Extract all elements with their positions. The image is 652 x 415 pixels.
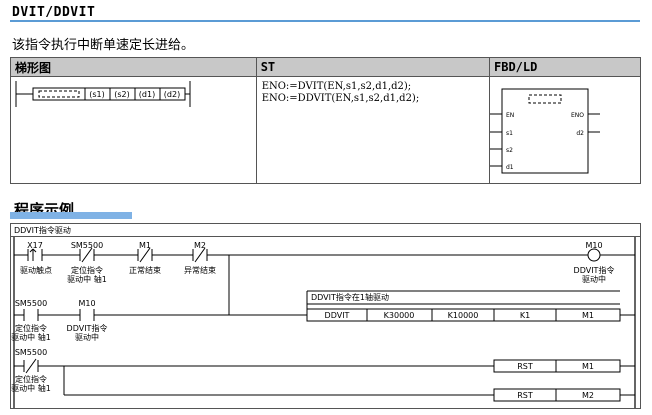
contact-m2-nc [192, 247, 208, 263]
comment-x17: 驱动触点 [20, 266, 52, 275]
device-m1: M1 [139, 241, 151, 250]
rst2-name: RST [517, 391, 533, 400]
comment-sm5500-2: 定位指令 驱动中 轴1 [11, 324, 51, 342]
device-m10: M10 [78, 299, 96, 308]
instruction-operand-d1: K1 [520, 311, 530, 320]
comment-m10: DDVIT指令 驱动中 [66, 324, 108, 342]
device-x17: X17 [27, 241, 43, 250]
comment-sm5500-3: 定位指令 驱动中 轴1 [11, 375, 51, 393]
instruction-comment: DDVIT指令在1轴驱动 [311, 293, 389, 302]
contact-sm5500-no [23, 309, 39, 321]
device-m2: M2 [194, 241, 206, 250]
rst-m2-box [493, 388, 621, 402]
device-coil-m10: M10 [585, 241, 603, 250]
rst-m1-box [493, 359, 621, 373]
comment-sm5500-1: 定位指令 驱动中 轴1 [67, 266, 107, 284]
ladder-program: DDVIT K30000 K10000 K1 M1 RST M1 RST M2 [13, 237, 636, 408]
contact-m10-no [79, 309, 95, 321]
rst2-operand: M2 [582, 391, 594, 400]
comment-m1: 正常结束 [129, 266, 161, 275]
contact-sm5500-nc-1 [79, 247, 95, 263]
comment-coil-m10: DDVIT指令 驱动中 [573, 266, 615, 284]
rst1-operand: M1 [582, 362, 594, 371]
coil-m10 [587, 248, 601, 262]
device-sm5500-3: SM5500 [14, 348, 48, 357]
instruction-operand-d2: M1 [582, 311, 594, 320]
instruction-operand-s1: K30000 [384, 311, 415, 320]
rst1-name: RST [517, 362, 533, 371]
contact-m1-nc [137, 247, 153, 263]
instruction-operand-s2: K10000 [448, 311, 479, 320]
device-sm5500-1: SM5500 [70, 241, 104, 250]
contact-sm5500-nc-2 [23, 358, 39, 374]
comment-m2: 异常结束 [184, 266, 216, 275]
contact-x17 [27, 248, 43, 261]
instruction-name: DDVIT [325, 311, 350, 320]
device-sm5500-2: SM5500 [14, 299, 48, 308]
